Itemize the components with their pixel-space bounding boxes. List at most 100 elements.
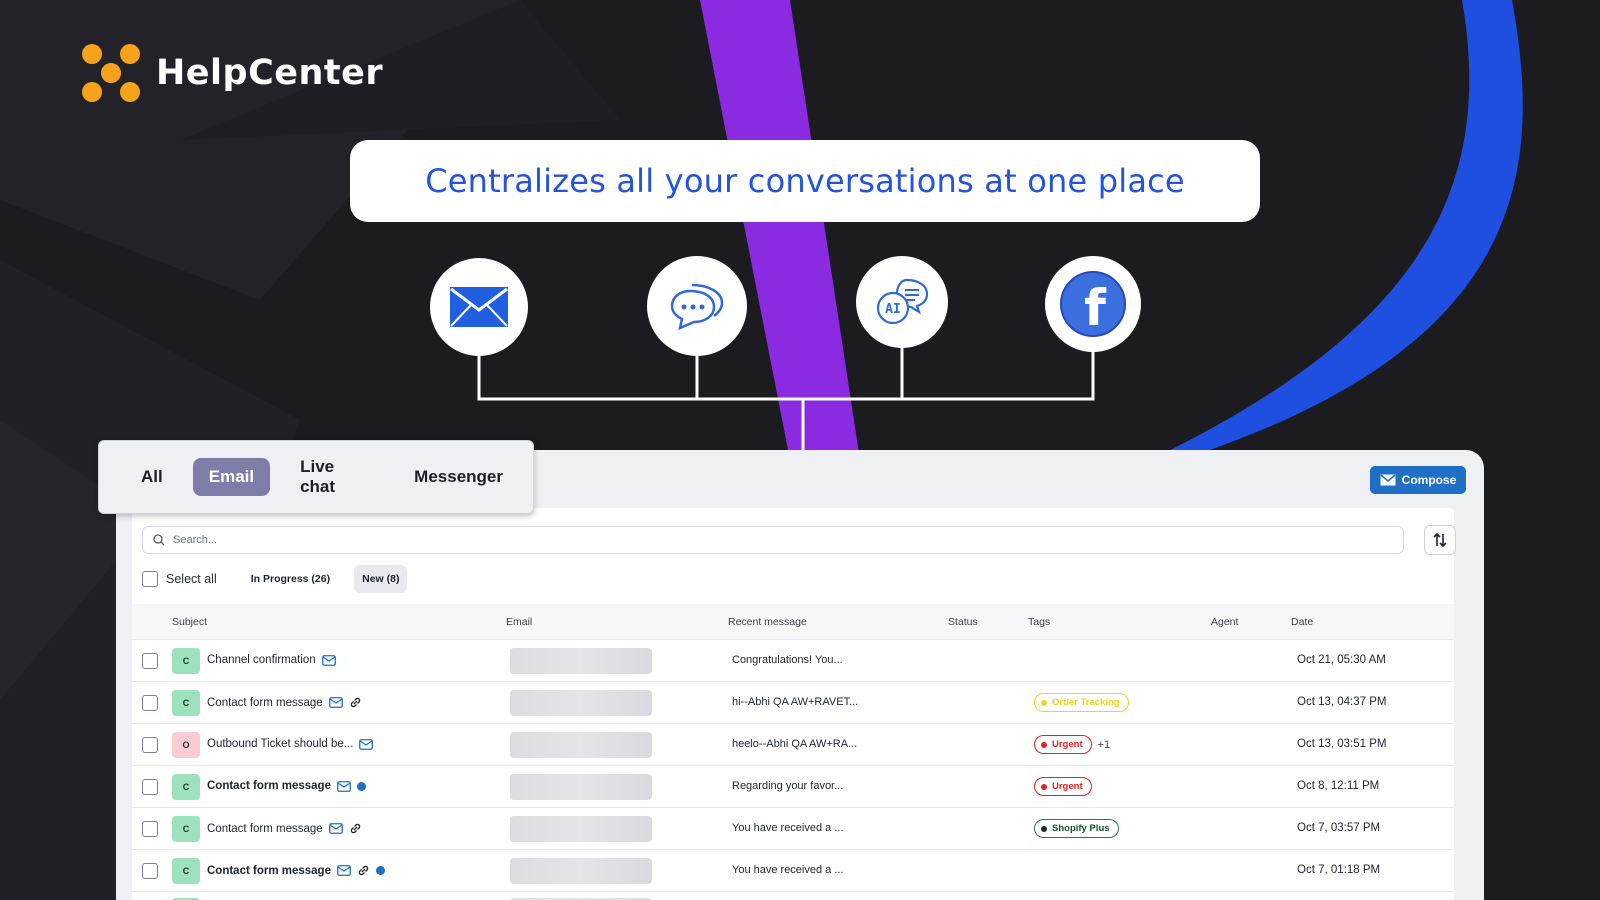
search-bar[interactable] [142, 526, 1404, 554]
compose-mail-icon [1380, 474, 1396, 486]
filter-new[interactable]: New (8) [354, 565, 408, 593]
row-subject: Outbound Ticket should be... [207, 738, 374, 750]
col-email[interactable]: Email [506, 616, 532, 628]
table-row[interactable]: C Channel confirmation Congratulations! … [132, 640, 1454, 682]
facebook-icon: f [1060, 271, 1126, 337]
row-checkbox[interactable] [142, 779, 158, 795]
table-row[interactable]: C Contact form message Regarding your fa… [132, 766, 1454, 808]
row-date: Oct 8, 12:11 PM [1297, 780, 1380, 792]
row-message: You have received a ... [732, 822, 844, 834]
sort-button[interactable] [1424, 525, 1456, 555]
col-recent-message[interactable]: Recent message [728, 616, 807, 628]
row-subject: Channel confirmation [207, 654, 336, 666]
tag-badge: Order Tracking [1034, 693, 1129, 712]
row-checkbox[interactable] [142, 737, 158, 753]
email-channel [430, 258, 528, 356]
tab-email[interactable]: Email [192, 458, 271, 496]
email-redacted [510, 816, 652, 842]
col-subject[interactable]: Subject [172, 616, 207, 628]
svg-text:AI: AI [885, 302, 901, 317]
email-redacted [510, 858, 652, 884]
email-envelope-icon [450, 287, 508, 327]
unread-indicator-icon [375, 866, 385, 875]
attachment-link-icon [350, 697, 360, 708]
tag-badge: Shopify Plus [1034, 819, 1119, 838]
col-agent[interactable]: Agent [1211, 616, 1238, 628]
row-message: Regarding your favor... [732, 780, 844, 792]
row-checkbox[interactable] [142, 863, 158, 879]
row-message: heelo--Abhi QA AW+RA... [732, 738, 858, 750]
row-date: Oct 21, 05:30 AM [1297, 654, 1386, 666]
email-icon [359, 738, 374, 750]
avatar: C [172, 858, 200, 884]
unread-indicator-icon [356, 781, 366, 791]
avatar: O [172, 732, 200, 758]
col-status[interactable]: Status [948, 616, 978, 628]
ai-chat-icon: AI [876, 278, 929, 325]
brand-logo: HelpCenter [82, 44, 383, 102]
row-subject: Contact form message [207, 822, 362, 835]
chat-channel [647, 256, 747, 356]
search-input[interactable] [173, 534, 1373, 546]
table-row[interactable]: C Contact form message hi--Abhi QA AW+RA… [132, 682, 1454, 724]
filter-row: Select all In Progress (26) New (8) [142, 564, 423, 594]
email-icon [321, 654, 336, 666]
avatar: C [172, 690, 200, 716]
email-redacted [510, 690, 652, 716]
select-all-checkbox[interactable] [142, 571, 158, 587]
row-date: Oct 13, 03:51 PM [1297, 738, 1387, 750]
brand-name: HelpCenter [156, 53, 384, 93]
row-checkbox[interactable] [142, 695, 158, 711]
row-checkbox[interactable] [142, 653, 158, 669]
table-row[interactable]: C Contact form message You have received… [132, 808, 1454, 850]
row-message: hi--Abhi QA AW+RAVET... [732, 696, 859, 708]
row-date: Oct 7, 01:18 PM [1297, 864, 1381, 876]
table-header: Subject Email Recent message Status Tags… [132, 604, 1454, 640]
headline-card: Centralizes all your conversations at on… [350, 140, 1260, 222]
email-icon [328, 823, 343, 834]
avatar: C [172, 648, 200, 674]
row-tags: Order Tracking [1034, 693, 1129, 712]
headline-text: Centralizes all your conversations at on… [425, 162, 1185, 200]
attachment-link-icon [358, 865, 369, 876]
row-subject: Contact form message [207, 696, 362, 709]
row-message: You have received a ... [732, 864, 844, 876]
tab-all[interactable]: All [125, 458, 179, 496]
col-tags[interactable]: Tags [1028, 616, 1050, 628]
compose-label: Compose [1401, 473, 1457, 487]
col-date[interactable]: Date [1291, 616, 1313, 628]
chat-bubbles-icon [670, 283, 724, 331]
table-row[interactable] [132, 892, 1454, 900]
row-date: Oct 13, 04:37 PM [1297, 696, 1387, 708]
compose-button[interactable]: Compose [1370, 466, 1466, 494]
helpcenter-logo-icon [82, 44, 140, 102]
tab-messenger[interactable]: Messenger [398, 458, 519, 496]
email-redacted [510, 648, 652, 674]
row-tags: Shopify Plus [1034, 819, 1119, 838]
tag-badge: Urgent [1034, 735, 1092, 754]
purple-ribbon [700, 0, 860, 460]
avatar: C [172, 774, 200, 800]
email-redacted [510, 732, 652, 758]
table-row[interactable]: C Contact form message You have received… [132, 850, 1454, 892]
sort-arrows-icon [1433, 532, 1447, 548]
filter-in-progress[interactable]: In Progress (26) [243, 565, 338, 593]
row-checkbox[interactable] [142, 821, 158, 837]
channel-tabs: All Email Live chat Messenger [98, 440, 534, 514]
email-icon [337, 780, 351, 792]
email-icon [337, 865, 351, 876]
select-all-label: Select all [166, 572, 217, 586]
ai-channel: AI [856, 256, 948, 348]
row-message: Congratulations! You... [732, 654, 843, 666]
search-icon [153, 534, 165, 546]
row-subject: Contact form message [207, 864, 385, 877]
tab-live-chat[interactable]: Live chat [284, 448, 384, 506]
attachment-link-icon [350, 823, 360, 834]
table-row[interactable]: O Outbound Ticket should be... heelo--Ab… [132, 724, 1454, 766]
row-subject: Contact form message [207, 780, 366, 792]
ticket-list: Select all In Progress (26) New (8) Subj… [132, 508, 1456, 900]
more-tags-count[interactable]: +1 [1098, 739, 1111, 751]
blue-ribbon [1150, 0, 1523, 460]
avatar: C [172, 816, 200, 842]
tag-badge: Urgent [1034, 777, 1092, 796]
